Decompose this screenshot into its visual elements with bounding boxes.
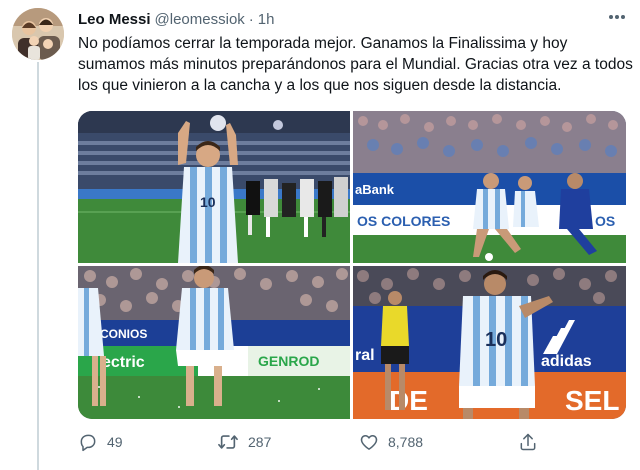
tweet-header: Leo Messi @leomessiok · 1h (78, 9, 274, 29)
retweet-count: 287 (248, 434, 272, 450)
like-icon (359, 432, 379, 452)
avatar[interactable] (12, 8, 64, 60)
tweet-media-grid: 10 aBank OS COLORES OS CONIOS ectric GEN… (78, 111, 626, 419)
photo-celebration-stadium[interactable]: 10 (78, 111, 350, 263)
photo-penalty-kick[interactable]: aBank OS COLORES OS (353, 111, 626, 263)
reply-icon (78, 432, 98, 452)
share-icon (518, 432, 538, 452)
author-handle[interactable]: @leomessiok (155, 11, 245, 28)
retweet-icon (217, 432, 239, 452)
jersey-number: 10 (200, 194, 216, 210)
retweet-button[interactable]: 287 (217, 432, 271, 452)
ad-banner-adidas: adidas (541, 353, 592, 370)
ad-banner-top: CONIOS (100, 327, 147, 341)
photo-embrace[interactable]: ral adidas DE SEL 10 (353, 266, 626, 419)
share-button[interactable] (518, 432, 538, 452)
thread-line (37, 62, 39, 470)
tweet-actions-bar: 49 287 8,788 (78, 432, 548, 454)
ad-banner-left: ral (355, 347, 375, 364)
tweet-text: No podíamos cerrar la temporada mejor. G… (78, 35, 633, 94)
ad-banner-bottom-left: DE (389, 385, 428, 416)
more-icon[interactable] (604, 6, 630, 28)
ad-banner-colores: OS COLORES (357, 213, 450, 229)
ad-banner-electric: ectric (102, 354, 145, 371)
reply-button[interactable]: 49 (78, 432, 123, 452)
author-name[interactable]: Leo Messi (78, 11, 151, 28)
reply-count: 49 (107, 434, 123, 450)
ad-banner-bottom-right: SEL (565, 385, 619, 416)
ad-banner-genrod: GENROD (258, 353, 319, 369)
avatar-image (12, 8, 64, 60)
photo-celebration-run[interactable]: CONIOS ectric GENROD (78, 266, 350, 419)
tweet-timestamp[interactable]: 1h (258, 11, 275, 28)
like-count: 8,788 (388, 434, 424, 450)
ad-banner-bank: aBank (355, 182, 395, 197)
ad-banner-right: OS (595, 213, 615, 229)
like-button[interactable]: 8,788 (359, 432, 423, 452)
separator-dot: · (248, 10, 254, 28)
jersey-number: 10 (485, 329, 507, 351)
